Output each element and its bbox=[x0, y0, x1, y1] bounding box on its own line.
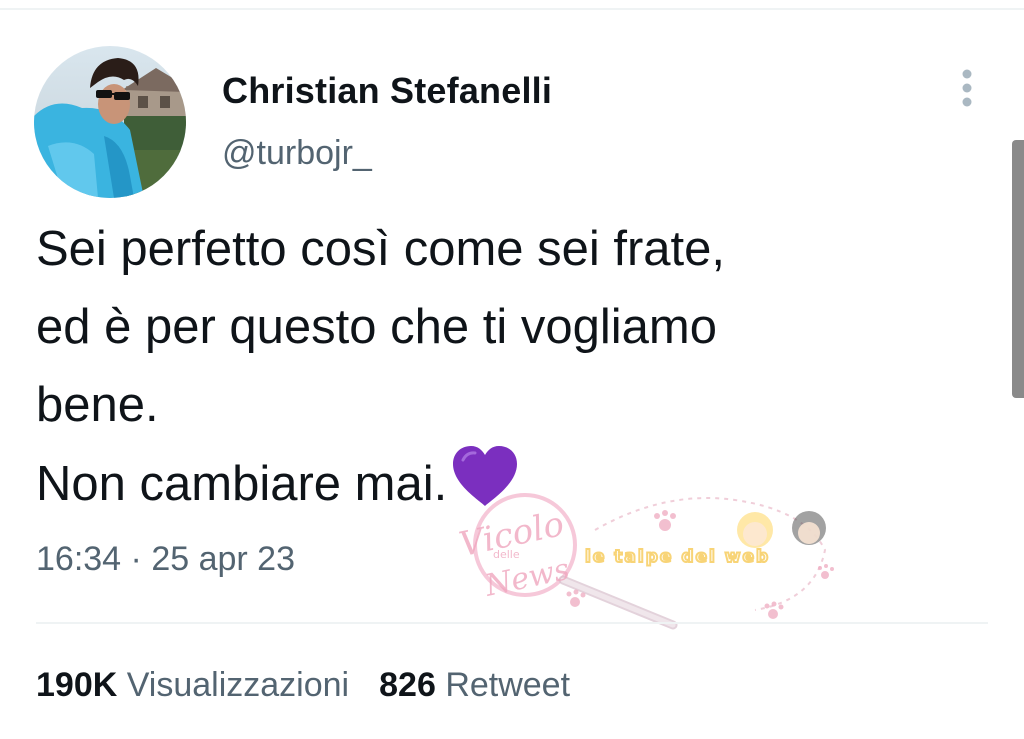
tweet-text: Sei perfetto così come sei frate, ed è p… bbox=[36, 210, 976, 531]
author-avatar[interactable] bbox=[34, 46, 186, 198]
author-handle[interactable]: @turbojr_ bbox=[222, 134, 372, 173]
more-options-button[interactable] bbox=[952, 68, 982, 114]
tweet-last-line: Non cambiare mai. bbox=[36, 444, 976, 531]
tweet-stats: 190K Visualizzazioni 826 Retweet bbox=[36, 666, 570, 705]
svg-text:News: News bbox=[481, 552, 572, 604]
meta-separator: · bbox=[121, 540, 152, 578]
retweets-stat[interactable]: 826 Retweet bbox=[379, 666, 570, 704]
tweet-line: ed è per questo che ti vogliamo bbox=[36, 300, 717, 354]
views-stat[interactable]: 190K Visualizzazioni bbox=[36, 666, 349, 704]
stats-divider bbox=[36, 622, 988, 624]
top-divider bbox=[0, 8, 1024, 10]
tweet-line: Sei perfetto così come sei frate, bbox=[36, 222, 726, 276]
tweet-line: Non cambiare mai. bbox=[36, 457, 448, 511]
more-vertical-icon bbox=[962, 69, 972, 107]
tweet-screenshot: Christian Stefanelli @turbojr_ Sei perfe… bbox=[0, 0, 1024, 739]
retweets-count: 826 bbox=[379, 666, 436, 704]
views-label: Visualizzazioni bbox=[126, 666, 350, 704]
author-name[interactable]: Christian Stefanelli bbox=[222, 70, 552, 112]
svg-text:le talpe del web: le talpe del web bbox=[585, 547, 770, 567]
views-count: 190K bbox=[36, 666, 118, 704]
tweet-timestamp[interactable]: 16:34 · 25 apr 23 bbox=[36, 540, 295, 579]
scrollbar-thumb[interactable] bbox=[1012, 140, 1024, 398]
tweet-date: 25 apr 23 bbox=[151, 540, 295, 578]
purple-heart-icon bbox=[449, 444, 521, 531]
tweet-line: bene. bbox=[36, 378, 159, 432]
svg-text:delle: delle bbox=[493, 548, 520, 561]
retweets-label: Retweet bbox=[445, 666, 571, 704]
tweet-time: 16:34 bbox=[36, 540, 122, 578]
